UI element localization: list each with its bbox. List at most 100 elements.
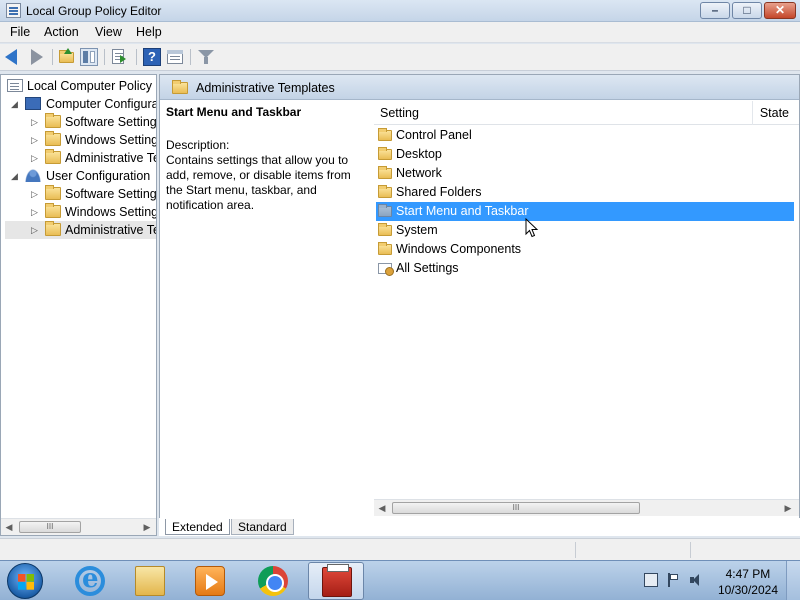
menu-help[interactable]: Help — [136, 25, 162, 39]
minimize-icon: – — [711, 3, 719, 17]
list-item-network[interactable]: Network — [376, 164, 794, 183]
menu-bar: File Action View Help — [0, 22, 800, 43]
menu-action[interactable]: Action — [44, 25, 79, 39]
tree-item-label: Software Settings — [65, 115, 157, 129]
folder-icon — [378, 166, 392, 179]
list-item-label: System — [396, 223, 438, 237]
user-icon — [25, 169, 41, 182]
expanded-arrow-icon[interactable]: ◢ — [11, 167, 21, 185]
list-item-system[interactable]: System — [376, 221, 794, 240]
export-list-icon[interactable] — [111, 48, 129, 66]
list-item-windows-components[interactable]: Windows Components — [376, 240, 794, 259]
help-icon[interactable]: ? — [143, 48, 161, 66]
window-controls: – □ ✕ — [700, 2, 796, 19]
action-center-flag-icon[interactable] — [666, 573, 680, 587]
network-icon[interactable] — [644, 573, 658, 587]
collapsed-arrow-icon[interactable]: ▷ — [31, 203, 41, 221]
back-icon[interactable] — [5, 48, 23, 66]
list-item-start-menu-and-taskbar[interactable]: Start Menu and Taskbar — [376, 202, 794, 221]
toolbar: ? — [0, 44, 800, 71]
clock-date: 10/30/2024 — [717, 583, 778, 597]
clock-time: 4:47 PM — [725, 567, 771, 581]
minimize-button[interactable]: – — [700, 2, 730, 19]
taskbar-chrome[interactable] — [245, 562, 301, 600]
view-tabs: Extended Standard — [159, 518, 800, 536]
status-divider — [690, 542, 691, 558]
description-title: Start Menu and Taskbar — [166, 105, 302, 119]
volume-icon[interactable] — [690, 573, 704, 587]
list-item-label: Windows Components — [396, 242, 522, 256]
collapsed-arrow-icon[interactable]: ▷ — [31, 113, 41, 131]
show-hide-tree-icon[interactable] — [80, 48, 98, 66]
tree-item-label: User Configuration — [46, 169, 151, 183]
tree-horizontal-scrollbar[interactable]: ◀ III ▶ — [1, 518, 156, 535]
tree-item-software-settings[interactable]: ▷ Software Settings — [5, 113, 157, 131]
collapsed-arrow-icon[interactable]: ▷ — [31, 131, 41, 149]
menu-file[interactable]: File — [10, 25, 30, 39]
maximize-icon: □ — [743, 3, 751, 17]
chrome-icon — [258, 566, 288, 596]
list-header: Setting State — [374, 101, 799, 125]
menu-view[interactable]: View — [95, 25, 122, 39]
windows-logo-icon — [18, 574, 34, 590]
tab-standard[interactable]: Standard — [231, 519, 294, 535]
scroll-right-icon[interactable]: ▶ — [782, 502, 794, 514]
taskbar-group-policy-editor[interactable] — [308, 562, 364, 600]
tree-item-computer-configuration[interactable]: ◢ Computer Configuration — [5, 95, 156, 113]
filter-icon[interactable] — [197, 48, 215, 66]
folder-icon — [378, 223, 392, 236]
forward-icon[interactable] — [28, 48, 46, 66]
folder-icon — [378, 242, 392, 255]
show-desktop-button[interactable] — [786, 561, 800, 600]
description-label: Description: — [166, 138, 230, 152]
scroll-left-icon[interactable]: ◀ — [3, 521, 15, 533]
up-folder-icon[interactable] — [58, 48, 76, 66]
system-clock[interactable]: 4:47 PM 10/30/2024 — [718, 566, 778, 598]
status-divider — [575, 542, 576, 558]
taskbar-internet-explorer[interactable] — [62, 562, 118, 600]
gpedit-app-icon[interactable] — [6, 3, 21, 18]
folder-icon — [45, 113, 61, 128]
toolbar-separator — [190, 49, 191, 65]
scroll-thumb[interactable]: III — [392, 502, 640, 514]
status-bar — [0, 538, 800, 560]
column-header-state[interactable]: State — [760, 106, 789, 120]
list-item-label: Network — [396, 166, 442, 180]
start-button[interactable] — [7, 563, 43, 599]
tree-item-administrative-templates[interactable]: ▷ Administrative Templates — [5, 149, 156, 167]
toolbar-separator — [104, 49, 105, 65]
tree-item-software-settings[interactable]: ▷ Software Settings — [5, 185, 156, 203]
console-tree[interactable]: Local Computer Policy ◢ Computer Configu… — [0, 74, 157, 536]
close-icon: ✕ — [774, 3, 786, 17]
scroll-right-icon[interactable]: ▶ — [141, 521, 153, 533]
close-button[interactable]: ✕ — [764, 2, 796, 19]
list-item-all-settings[interactable]: All Settings — [376, 259, 794, 278]
collapsed-arrow-icon[interactable]: ▷ — [31, 149, 41, 167]
taskbar-windows-explorer[interactable] — [122, 562, 178, 600]
tree-item-windows-settings[interactable]: ▷ Windows Settings — [5, 131, 157, 149]
tree-item-user-configuration[interactable]: ◢ User Configuration — [5, 167, 156, 185]
collapsed-arrow-icon[interactable]: ▷ — [31, 185, 41, 203]
scroll-thumb[interactable]: III — [19, 521, 81, 533]
column-divider[interactable] — [752, 101, 753, 125]
list-item-desktop[interactable]: Desktop — [376, 145, 794, 164]
collapsed-arrow-icon[interactable]: ▷ — [31, 221, 41, 239]
properties-icon[interactable] — [166, 48, 184, 66]
taskbar-media-player[interactable] — [182, 562, 238, 600]
tree-item-local-computer-policy[interactable]: Local Computer Policy — [5, 77, 155, 95]
tree-item-administrative-templates-selected[interactable]: ▷ Administrative Templates — [5, 221, 156, 239]
list-item-label: Control Panel — [396, 128, 472, 142]
scroll-left-icon[interactable]: ◀ — [376, 502, 388, 514]
tree-item-label: Windows Settings — [65, 133, 157, 147]
maximize-button[interactable]: □ — [732, 2, 762, 19]
internet-explorer-icon — [75, 564, 105, 596]
list-horizontal-scrollbar[interactable]: ◀ III ▶ — [374, 499, 799, 516]
list-item-shared-folders[interactable]: Shared Folders — [376, 183, 794, 202]
column-header-setting[interactable]: Setting — [380, 106, 419, 120]
tab-extended[interactable]: Extended — [165, 519, 230, 535]
folder-icon — [45, 131, 61, 146]
tree-item-label: Administrative Templates — [65, 151, 156, 165]
list-item-control-panel[interactable]: Control Panel — [376, 126, 794, 145]
expanded-arrow-icon[interactable]: ◢ — [11, 95, 21, 113]
tree-item-windows-settings[interactable]: ▷ Windows Settings — [5, 203, 156, 221]
